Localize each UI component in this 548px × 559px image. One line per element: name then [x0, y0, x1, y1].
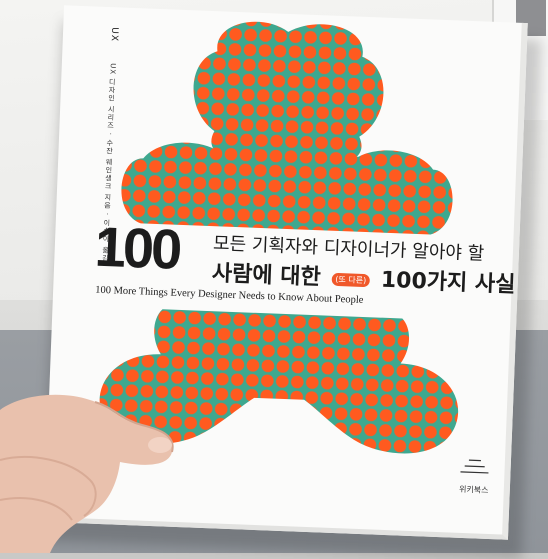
photo-scene: UX UX 디자인 시리즈 · 수잔 웨인생크 지음 · 이승아 옮김 100 …	[0, 0, 548, 553]
title-number: 100	[94, 219, 181, 278]
title-part-a: 사람에 대한	[211, 261, 321, 290]
publisher-mark-icon	[456, 456, 493, 481]
publisher-logo: 위키북스	[456, 456, 493, 496]
series-label: UX	[109, 27, 120, 42]
cover-title: 100 모든 기획자와 디자이너가 알아야 할 사람에 대한 (또 다른) 10…	[92, 219, 506, 335]
title-part-b: 100가지 사실	[380, 268, 515, 298]
hand-holding-book	[0, 390, 240, 553]
figure-head	[191, 19, 386, 165]
title-badge: (또 다른)	[331, 272, 370, 286]
publisher-name: 위키북스	[456, 484, 492, 496]
